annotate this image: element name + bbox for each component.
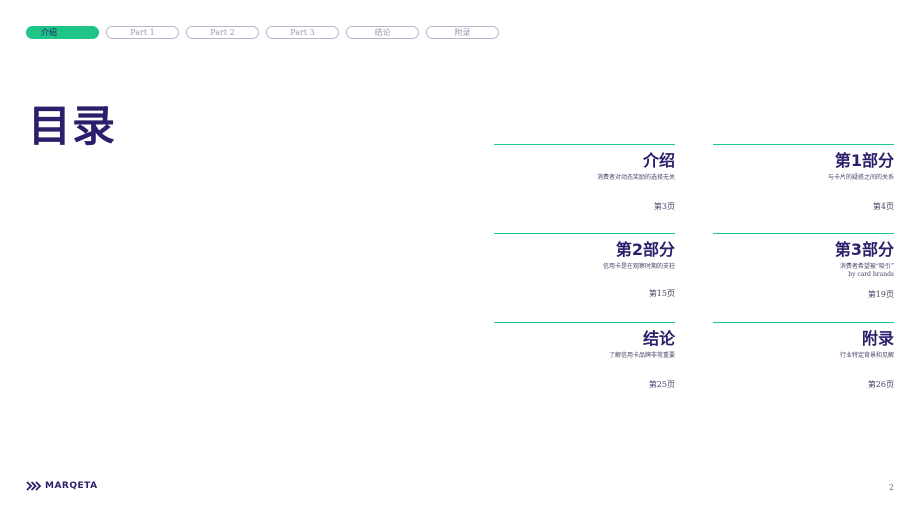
toc-entry-title: 第3部分 [834, 240, 894, 259]
toc-entry-part-3[interactable]: 第3部分 消费者希望被“吸引” by card brands 第19页 [713, 233, 894, 304]
nav-tab-part-1[interactable]: Part 1 [106, 26, 179, 39]
nav-tab-conclusion[interactable]: 结论 [346, 26, 419, 39]
nav-tab-intro[interactable]: 介绍 [26, 26, 99, 39]
page-number: 2 [888, 483, 894, 492]
toc-entry-part-2[interactable]: 第2部分 信用卡是在观察时期的支柱 第15页 [494, 233, 675, 304]
toc-entry-desc: 消费者对动态奖励的选择无关 [596, 174, 675, 181]
section-nav: 介绍 Part 1 Part 2 Part 3 结论 附录 [26, 26, 499, 39]
toc-entry-appendix[interactable]: 附录 行业特定背景和见解 第26页 [713, 322, 894, 393]
chevrons-logo-icon [26, 481, 42, 491]
nav-tab-part-2[interactable]: Part 2 [186, 26, 259, 39]
logo-text: MARQETA [45, 481, 98, 491]
toc-entry-desc: 信用卡是在观察时期的支柱 [602, 263, 675, 270]
toc-entry-desc: 行业特定背景和见解 [839, 352, 894, 359]
toc-entry-intro[interactable]: 介绍 消费者对动态奖励的选择无关 第3页 [494, 144, 675, 215]
toc-entry-title: 第2部分 [615, 240, 675, 259]
toc-entry-page: 第15页 [648, 289, 675, 298]
toc-entry-desc: 消费者希望被“吸引” [839, 263, 894, 270]
toc-entry-page: 第19页 [867, 290, 894, 299]
toc-entry-desc: 与卡片的疑惑之间的关系 [827, 174, 894, 181]
marqeta-logo: MARQETA [26, 481, 98, 491]
toc-entry-title: 附录 [861, 329, 894, 348]
toc-entry-conclusion[interactable]: 结论 了解信用卡品牌非常重要 第25页 [494, 322, 675, 393]
nav-tab-appendix[interactable]: 附录 [426, 26, 499, 39]
toc-entry-desc: by card brands [848, 271, 894, 278]
toc-entry-title: 结论 [642, 329, 675, 348]
toc-entry-title: 介绍 [642, 151, 675, 170]
toc-entry-part-1[interactable]: 第1部分 与卡片的疑惑之间的关系 第4页 [713, 144, 894, 215]
toc-entry-page: 第3页 [653, 202, 675, 211]
toc-entry-title: 第1部分 [834, 151, 894, 170]
page-title: 目录 [28, 102, 116, 152]
toc-entry-desc: 了解信用卡品牌非常重要 [608, 352, 675, 359]
toc-entry-page: 第25页 [648, 380, 675, 389]
toc-entry-page: 第4页 [872, 202, 894, 211]
toc-entry-page: 第26页 [867, 380, 894, 389]
nav-tab-part-3[interactable]: Part 3 [266, 26, 339, 39]
